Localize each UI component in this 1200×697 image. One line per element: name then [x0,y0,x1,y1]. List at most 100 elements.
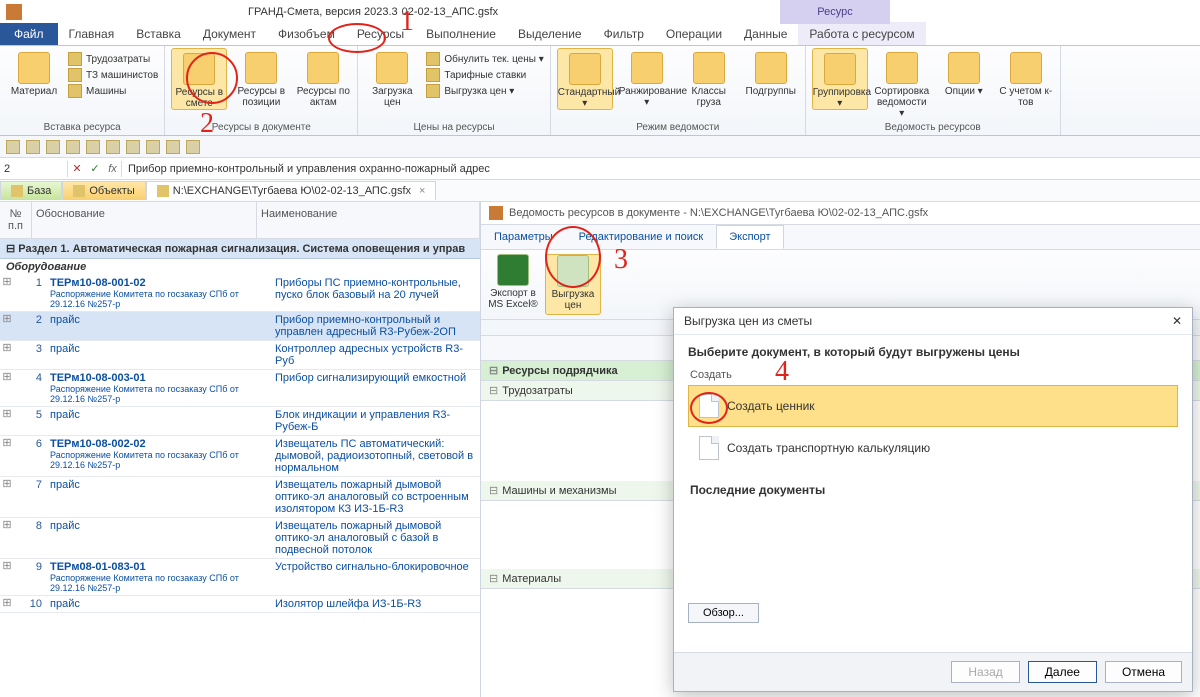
tab-operations[interactable]: Операции [655,22,733,45]
close-icon[interactable]: × [419,185,425,197]
panel-tab-edit[interactable]: Редактирование и поиск [566,225,717,249]
copy-icon[interactable] [66,140,80,154]
resources-in-position-button[interactable]: Ресурсы в позиции [233,48,289,108]
unload-prices-button[interactable]: Выгрузка цен ▾ [426,84,543,98]
load-prices-button[interactable]: Загрузка цен [364,48,420,108]
section-row[interactable]: ⊟ Раздел 1. Автоматическая пожарная сигн… [0,239,480,259]
cargo-classes-button[interactable]: Классы груза [681,48,737,108]
export-excel-button[interactable]: Экспорт в MS Excel® [485,254,541,315]
rank-icon [631,52,663,84]
refresh-icon[interactable] [146,140,160,154]
formula-bar: 2 ✕ ✓ fx Прибор приемно-контрольный и уп… [0,158,1200,180]
table-row[interactable]: ⊞7прайсИзвещатель пожарный дымовой оптик… [0,477,480,518]
table-row[interactable]: ⊞9ТЕРм08-01-083-01Распоряжение Комитета … [0,559,480,596]
paste-icon[interactable] [86,140,100,154]
dialog-close-button[interactable]: ✕ [1172,314,1182,328]
confirm-edit-button[interactable]: ✓ [86,162,104,175]
expand-icon[interactable]: ⊞ [0,596,14,612]
resources-in-estimate-button[interactable]: Ресурсы в смете [171,48,227,110]
browse-button[interactable]: Обзор... [688,603,759,623]
dialog-prompt: Выберите документ, в который будут выгру… [688,345,1178,359]
row-number: 2 [14,312,46,340]
tab-document[interactable]: Документ [192,22,267,45]
sort-statement-button[interactable]: Сортировка ведомости ▾ [874,48,930,119]
cell-reference[interactable]: 2 [0,161,68,177]
table-row[interactable]: ⊞1ТЕРм10-08-001-02Распоряжение Комитета … [0,275,480,312]
unload-prices-panel-button[interactable]: Выгрузка цен [545,254,601,315]
panel-tab-export[interactable]: Экспорт [716,225,783,249]
tab-filter[interactable]: Фильтр [593,22,655,45]
tariff-rates-button[interactable]: Тарифные ставки [426,68,543,82]
expand-icon[interactable]: ⊞ [0,370,14,406]
undo-icon[interactable] [6,140,20,154]
tab-execution[interactable]: Выполнение [415,22,507,45]
tab-selection[interactable]: Выделение [507,22,593,45]
next-button[interactable]: Далее [1028,661,1097,683]
tab-insert[interactable]: Вставка [125,22,192,45]
add-icon[interactable] [126,140,140,154]
expand-icon[interactable]: ⊞ [0,436,14,476]
tab-data[interactable]: Данные [733,22,798,45]
doctab-file[interactable]: N:\EXCHANGE\Тугбаева Ю\02-02-13_АПС.gsfx… [146,181,437,200]
ribbon-group-insert-resource: Материал Трудозатраты ТЗ машинистов Маши… [0,46,165,135]
save-icon[interactable] [46,140,60,154]
tab-resources[interactable]: Ресурсы [346,22,415,45]
operator-labor-button[interactable]: ТЗ машинистов [68,68,158,82]
table-row[interactable]: ⊞3прайсКонтроллер адресных устройств R3-… [0,341,480,370]
expand-icon[interactable]: ⊞ [0,312,14,340]
cancel-button[interactable]: Отмена [1105,661,1182,683]
cancel-edit-button[interactable]: ✕ [68,162,86,175]
expand-icon[interactable]: ⊞ [0,407,14,435]
tab-home[interactable]: Главная [58,22,126,45]
expand-icon[interactable]: ⊞ [0,341,14,369]
panel-tab-params[interactable]: Параметры [481,225,566,249]
document-icon [699,394,719,418]
zero-icon [426,52,440,66]
col-name[interactable]: Наименование [257,202,480,238]
doctab-objects[interactable]: Объекты [62,181,145,200]
panel-icon [489,206,503,220]
subgroups-button[interactable]: Подгруппы [743,48,799,97]
tab-file[interactable]: Файл [0,23,58,45]
col-number[interactable]: № п.п [0,202,32,238]
table-row[interactable]: ⊞10прайсИзолятор шлейфа ИЗ-1Б-R3 [0,596,480,613]
with-coeff-button[interactable]: С учетом к-тов [998,48,1054,108]
row-number: 6 [14,436,46,476]
table-row[interactable]: ⊞8прайсИзвещатель пожарный дымовой оптик… [0,518,480,559]
redo-icon[interactable] [26,140,40,154]
options-button[interactable]: Опции ▾ [936,48,992,97]
col-justification[interactable]: Обоснование [32,202,257,238]
tab-resource-work[interactable]: Работа с ресурсом [798,22,925,45]
expand-icon[interactable]: ⊞ [0,275,14,311]
resources-by-acts-button[interactable]: Ресурсы по актам [295,48,351,108]
cut-icon[interactable] [106,140,120,154]
estimate-grid: № п.п Обоснование Наименование ⊟ Раздел … [0,202,480,697]
material-button[interactable]: Материал [6,48,62,97]
ribbon-group-resources-in-doc: Ресурсы в смете Ресурсы в позиции Ресурс… [165,46,358,135]
tab-fizobem[interactable]: Физобъем [267,22,346,45]
formula-text[interactable]: Прибор приемно-контрольный и управления … [122,161,1200,177]
ranking-button[interactable]: Ранжирование ▾ [619,48,675,108]
standard-mode-button[interactable]: Стандартный ▾ [557,48,613,110]
labor-costs-button[interactable]: Трудозатраты [68,52,158,66]
print-icon[interactable] [186,140,200,154]
table-row[interactable]: ⊞2прайсПрибор приемно-контрольный и упра… [0,312,480,341]
doctab-base[interactable]: База [0,181,62,200]
option-create-pricelist[interactable]: Создать ценник [688,385,1178,427]
expand-icon[interactable]: ⊞ [0,477,14,517]
table-row[interactable]: ⊞6ТЕРм10-08-002-02Распоряжение Комитета … [0,436,480,477]
option-create-transport-calc[interactable]: Создать транспортную калькуляцию [688,427,1178,469]
grouping-button[interactable]: Группировка ▾ [812,48,868,110]
expand-icon[interactable]: ⊞ [0,559,14,595]
reset-prices-button[interactable]: Обнулить тек. цены ▾ [426,52,543,66]
table-row[interactable]: ⊞5прайсБлок индикации и управления R3-Ру… [0,407,480,436]
machines-button[interactable]: Машины [68,84,158,98]
panel-title-bar: Ведомость ресурсов в документе - N:\EXCH… [481,202,1200,225]
table-row[interactable]: ⊞4ТЕРм10-08-003-01Распоряжение Комитета … [0,370,480,407]
back-button[interactable]: Назад [951,661,1019,683]
expand-icon[interactable]: ⊞ [0,518,14,558]
options-icon [948,52,980,84]
fx-label: fx [104,161,122,177]
table-icon[interactable] [166,140,180,154]
row-number: 3 [14,341,46,369]
